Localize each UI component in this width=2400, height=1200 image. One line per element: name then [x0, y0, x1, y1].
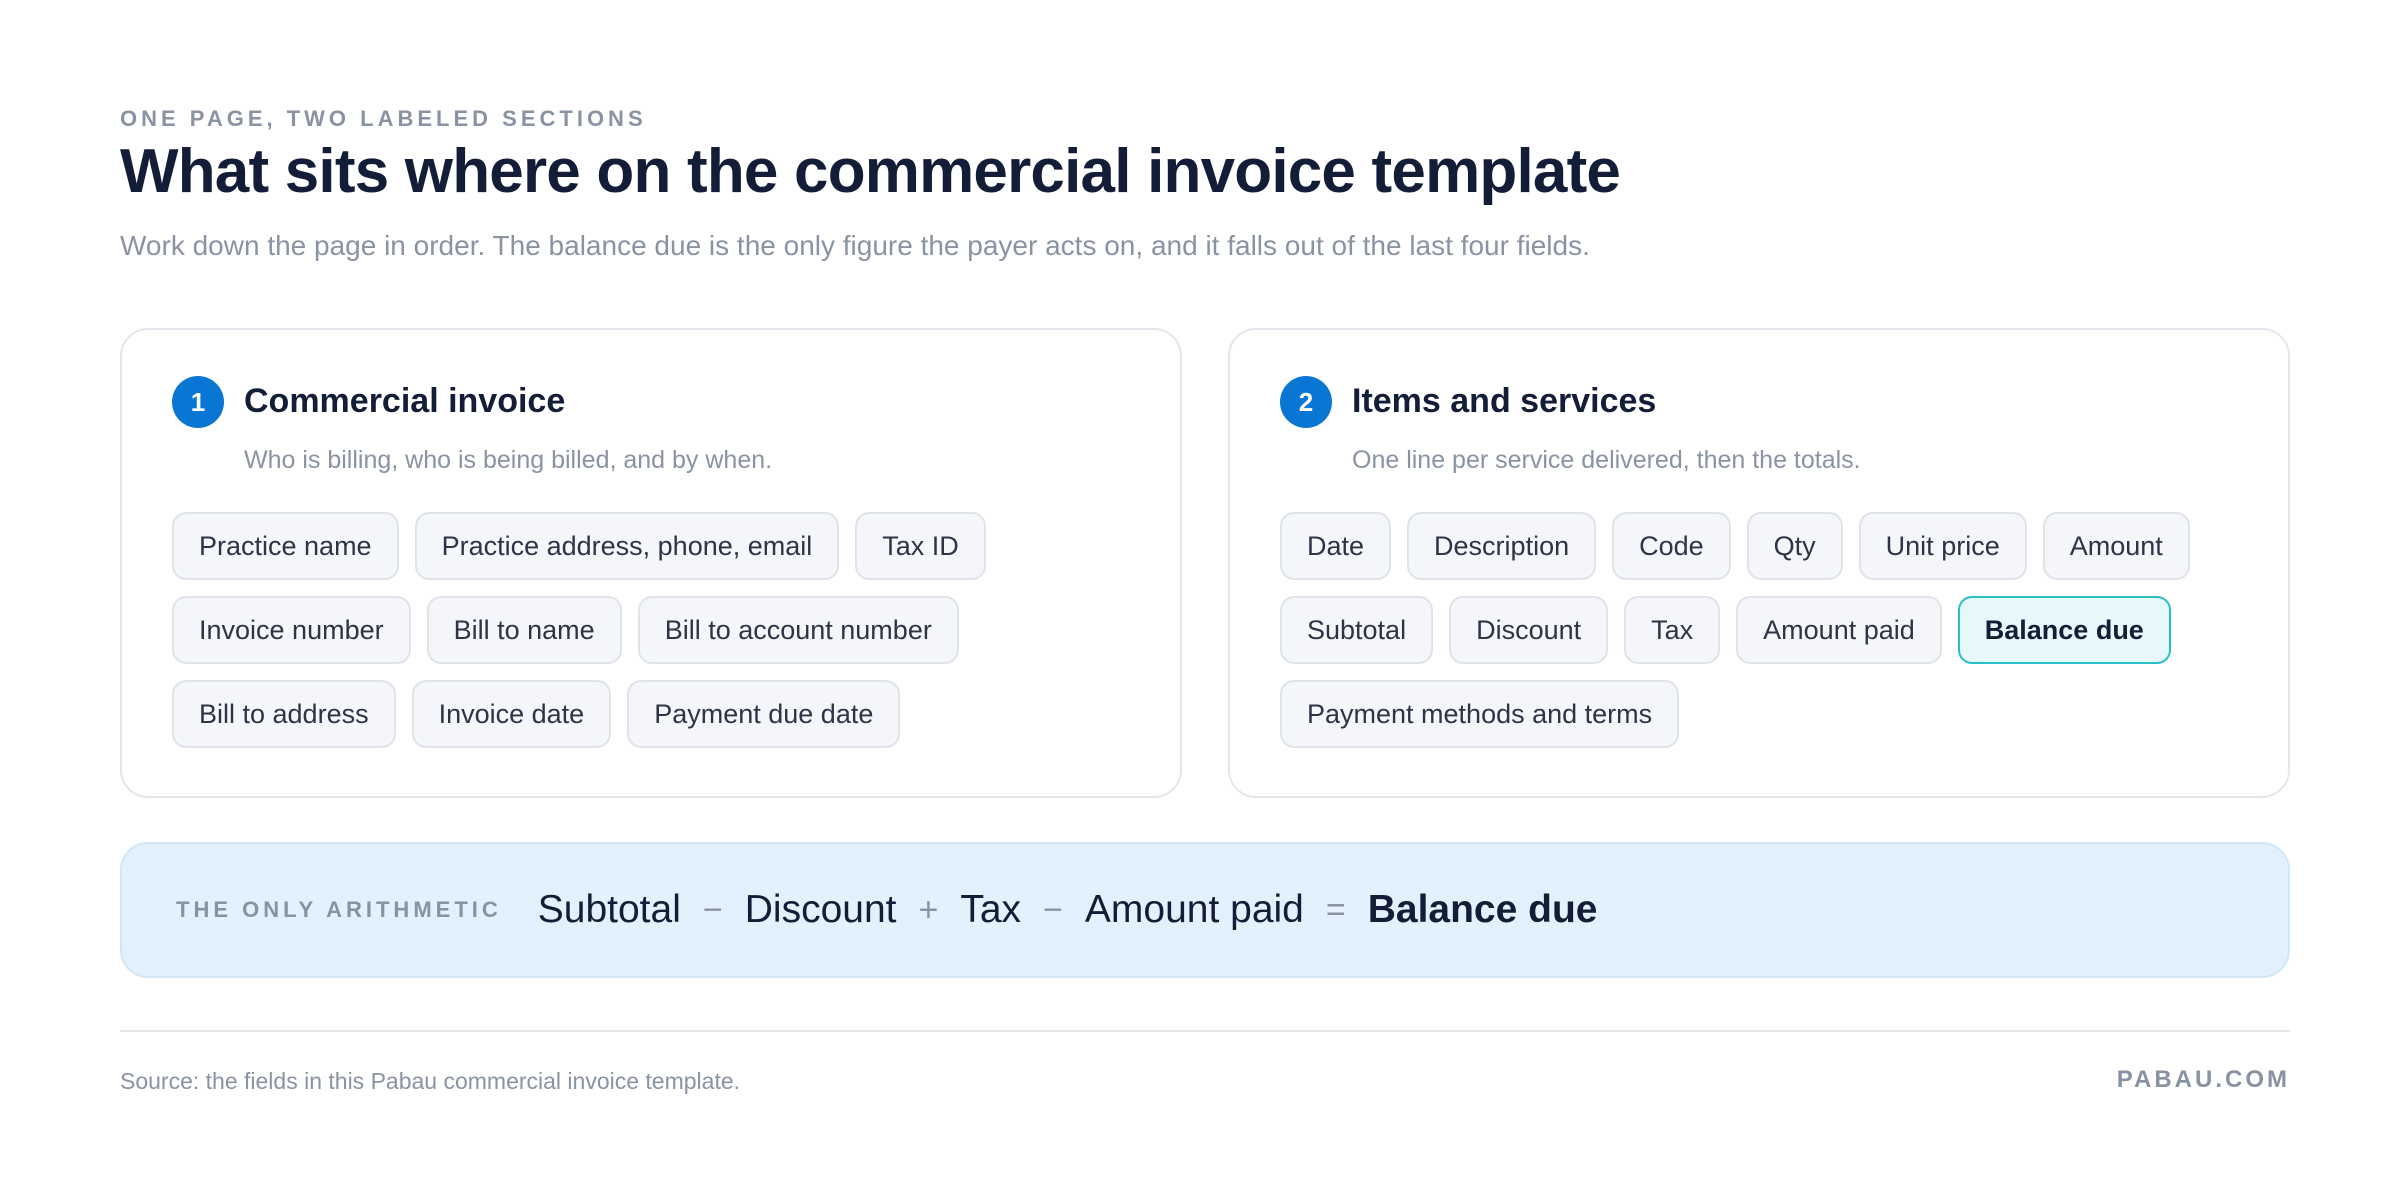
- section-card-items-and-services: 2 Items and services One line per servic…: [1228, 328, 2290, 798]
- field-chip-tax: Tax: [1624, 596, 1721, 664]
- field-chip-practice-address: Practice address, phone, email: [414, 512, 840, 580]
- field-chip-invoice-date: Invoice date: [411, 680, 612, 748]
- field-chip-code: Code: [1612, 512, 1731, 580]
- arithmetic-formula-band: THE ONLY ARITHMETIC Subtotal − Discount …: [120, 842, 2290, 978]
- field-chip-amount: Amount: [2042, 512, 2190, 580]
- section-title: Items and services: [1352, 382, 1657, 420]
- step-badge: 2: [1280, 376, 1332, 428]
- field-chip-discount: Discount: [1449, 596, 1609, 664]
- field-chip-bill-to-account-number: Bill to account number: [637, 596, 959, 664]
- minus-operator: −: [702, 890, 723, 929]
- section-card-commercial-invoice: 1 Commercial invoice Who is billing, who…: [120, 328, 1182, 798]
- plus-operator: +: [918, 890, 939, 929]
- brand-wordmark: PABAU.COM: [2116, 1066, 2290, 1093]
- field-chip-unit-price: Unit price: [1858, 512, 2027, 580]
- field-chip-subtotal: Subtotal: [1280, 596, 1434, 664]
- field-chip-invoice-number: Invoice number: [172, 596, 411, 664]
- field-chip-list: Practice name Practice address, phone, e…: [172, 512, 1140, 748]
- page-subtitle: Work down the page in order. The balance…: [120, 230, 1590, 261]
- formula-term-subtotal: Subtotal: [537, 888, 681, 931]
- formula-term-balance-due: Balance due: [1367, 888, 1598, 931]
- field-chip-payment-due-date: Payment due date: [627, 680, 901, 748]
- field-chip-balance-due: Balance due: [1957, 596, 2171, 664]
- field-chip-amount-paid: Amount paid: [1736, 596, 1942, 664]
- field-chip-tax-id: Tax ID: [855, 512, 986, 580]
- field-chip-list: Date Description Code Qty Unit price Amo…: [1280, 512, 2248, 748]
- formula-term-discount: Discount: [744, 888, 897, 931]
- formula-term-amount-paid: Amount paid: [1084, 888, 1304, 931]
- eyebrow: ONE PAGE, TWO LABELED SECTIONS: [120, 106, 647, 131]
- formula-term-tax: Tax: [960, 888, 1022, 931]
- page-title: What sits where on the commercial invoic…: [120, 137, 1621, 206]
- minus-operator: −: [1043, 890, 1063, 929]
- page: ONE PAGE, TWO LABELED SECTIONS What sits…: [0, 0, 2400, 1200]
- formula-label: THE ONLY ARITHMETIC: [176, 897, 502, 922]
- field-chip-bill-to-address: Bill to address: [172, 680, 396, 748]
- field-chip-payment-methods-and-terms: Payment methods and terms: [1280, 680, 1680, 748]
- equals-operator: =: [1325, 890, 1346, 929]
- field-chip-bill-to-name: Bill to name: [426, 596, 622, 664]
- formula: Subtotal − Discount + Tax − Amount paid …: [538, 888, 1598, 932]
- field-chip-date: Date: [1280, 512, 1392, 580]
- source-note: Source: the fields in this Pabau commerc…: [120, 1068, 741, 1094]
- section-description: Who is billing, who is being billed, and…: [244, 446, 773, 474]
- section-title: Commercial invoice: [244, 382, 566, 420]
- field-chip-qty: Qty: [1746, 512, 1843, 580]
- field-chip-description: Description: [1407, 512, 1597, 580]
- section-description: One line per service delivered, then the…: [1352, 446, 1861, 474]
- step-badge: 1: [172, 376, 224, 428]
- footer-divider: [120, 1030, 2290, 1032]
- field-chip-practice-name: Practice name: [172, 512, 399, 580]
